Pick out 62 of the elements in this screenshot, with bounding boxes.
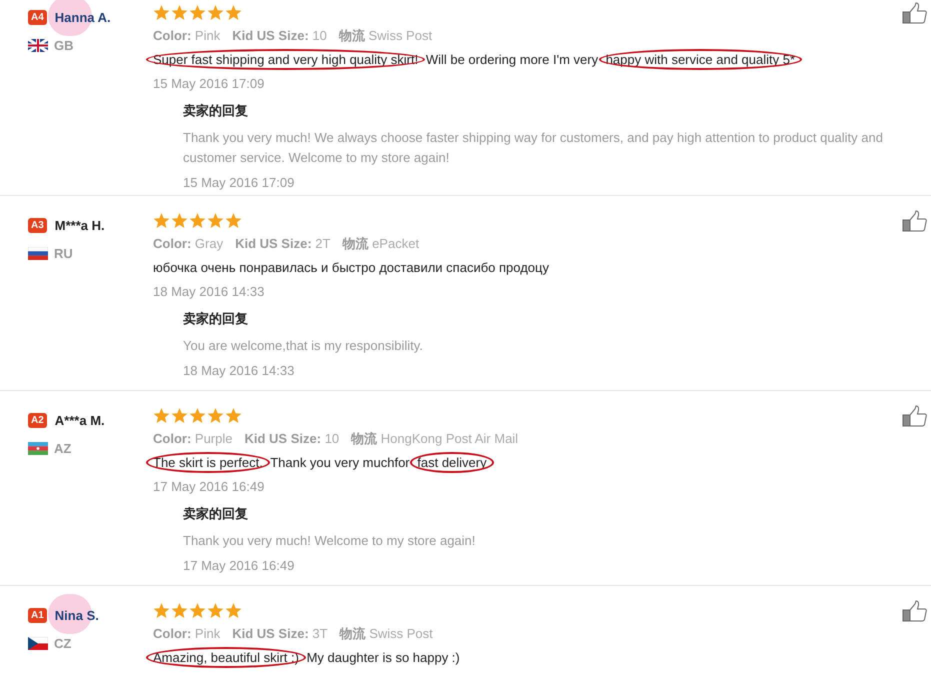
review-date: 15 May 2016 17:09 (153, 75, 266, 93)
reviewer-name: Nina S. (54, 607, 99, 625)
reply-heading: 卖家的回复 (183, 102, 249, 120)
reply-text: Thank you very much! We always choose faster shipping way for customers, and pay high attention to product quality and customer service. Welcome to my store again! (183, 129, 884, 167)
reply-text: You are welcome,that is my responsibility. (183, 337, 424, 355)
order-attribute: Color: Gray (153, 235, 224, 253)
order-attribute: 物流 HongKong Post Air Mail (351, 430, 518, 448)
star-icon (171, 5, 188, 21)
order-attribute: Color: Pink (153, 27, 220, 45)
star-icon (153, 5, 170, 21)
order-attribute: 物流 ePacket (342, 235, 420, 253)
level-badge: A3 (28, 218, 47, 234)
thumbs-up-icon[interactable] (902, 405, 928, 427)
order-attribute: Kid US Size: 10 (232, 27, 327, 45)
order-attribute: 物流 Swiss Post (338, 27, 432, 45)
star-icon (207, 213, 224, 229)
reply-text: Thank you very much! Welcome to my store again! (183, 532, 476, 550)
order-attribute: 物流 Swiss Post (340, 625, 433, 643)
thumbs-up-icon[interactable] (902, 2, 928, 24)
review-date: 18 May 2016 14:33 (153, 283, 266, 301)
reply-date: 17 May 2016 16:49 (183, 557, 296, 575)
reply-heading: 卖家的回复 (183, 310, 249, 328)
star-icon (189, 213, 206, 229)
star-icon (207, 5, 224, 21)
star-icon (153, 603, 170, 619)
star-icon (189, 603, 206, 619)
star-icon (171, 603, 188, 619)
star-icon (189, 5, 206, 21)
order-attribute: Color: Purple (153, 430, 232, 448)
star-icon (189, 408, 206, 424)
country-code: RU (54, 244, 73, 262)
order-attribute: Kid US Size: 3T (232, 625, 328, 643)
level-badge: A4 (28, 10, 47, 26)
reviewer-name: M***a H. (54, 217, 105, 235)
order-attribute: Kid US Size: 10 (244, 430, 340, 448)
star-icon (225, 5, 242, 21)
review-text: The skirt is perfect. Thank you very muchfor fast delivery (153, 451, 902, 475)
star-icon (171, 213, 188, 229)
thumbs-up-icon[interactable] (902, 600, 928, 622)
thumbs-up-icon[interactable] (902, 210, 928, 232)
reviewer-name: A***a M. (54, 412, 105, 430)
level-badge: A1 (28, 608, 47, 624)
reply-date: 15 May 2016 17:09 (183, 174, 296, 192)
star-icon (153, 213, 170, 229)
level-badge: A2 (28, 413, 47, 428)
order-attribute: Color: Pink (153, 625, 220, 643)
star-icon (225, 603, 242, 619)
reply-date: 18 May 2016 14:33 (183, 362, 296, 380)
star-icon (207, 603, 224, 619)
reviewer-name: Hanna A. (54, 9, 111, 27)
star-icon (207, 408, 224, 424)
star-icon (171, 408, 188, 424)
star-icon (225, 408, 242, 424)
reply-heading: 卖家的回复 (183, 505, 249, 523)
review-text: юбочка очень понравилась и быстро доставили спасибо продоцу (153, 259, 550, 277)
country-code: GB (54, 36, 74, 54)
review-date: 17 May 2016 16:49 (153, 478, 266, 496)
star-icon (225, 213, 242, 229)
star-icon (153, 408, 170, 424)
country-code: AZ (54, 440, 72, 458)
order-attribute: Kid US Size: 2T (235, 235, 330, 253)
country-code: CZ (54, 634, 72, 652)
